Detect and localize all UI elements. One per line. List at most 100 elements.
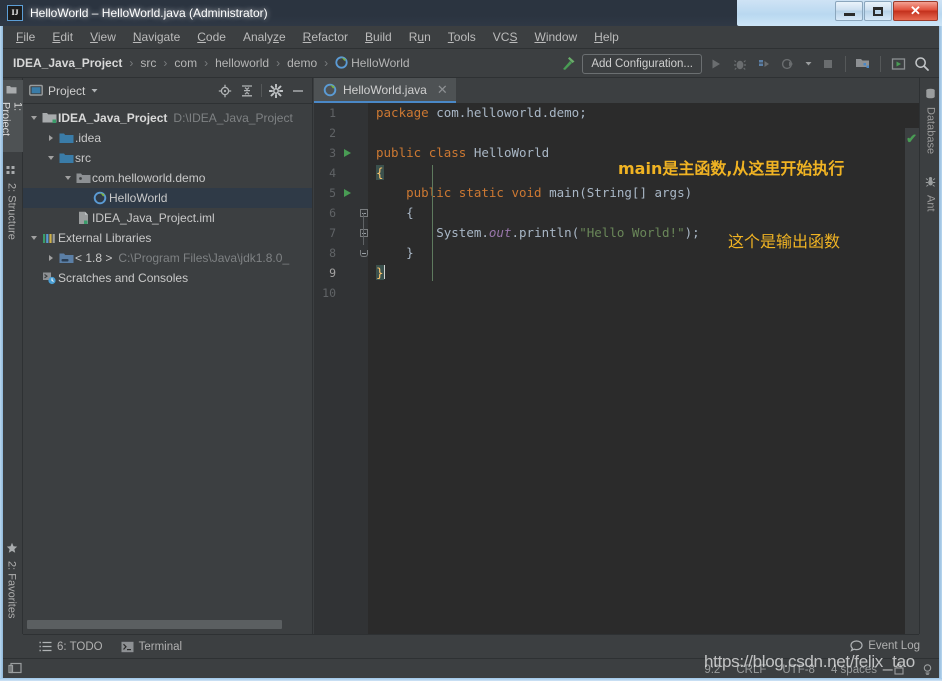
project-panel-title[interactable]: Project bbox=[29, 84, 99, 98]
code-editor[interactable]: 1 2 3 4 5 6 7 8 9 10 package com.hellowo… bbox=[314, 103, 919, 634]
profile-button[interactable] bbox=[778, 54, 798, 74]
breadcrumb-item-com[interactable]: com bbox=[171, 55, 200, 71]
code-line-6: { bbox=[406, 205, 414, 220]
build-hammer-icon bbox=[562, 57, 575, 70]
scrollbar-thumb[interactable] bbox=[27, 620, 282, 629]
panel-settings-button[interactable] bbox=[268, 83, 284, 99]
bottom-item-terminal[interactable]: Terminal bbox=[121, 641, 182, 653]
run-options-dropdown[interactable] bbox=[802, 54, 814, 74]
editor-gutter[interactable]: 1 2 3 4 5 6 7 8 9 10 bbox=[314, 103, 368, 634]
sidebar-item-favorites[interactable]: 2: Favorites bbox=[0, 536, 23, 624]
expand-arrow-icon[interactable] bbox=[27, 236, 40, 240]
collapse-all-button[interactable] bbox=[239, 83, 255, 99]
menu-window[interactable]: Window bbox=[526, 27, 585, 47]
tree-node-jdk[interactable]: < 1.8 > C:\Program Files\Java\jdk1.8.0_ bbox=[23, 248, 312, 268]
stop-button[interactable] bbox=[818, 54, 838, 74]
code-text[interactable]: package com.helloworld.demo; public clas… bbox=[368, 103, 919, 634]
search-everywhere-button[interactable] bbox=[912, 54, 932, 74]
update-project-button[interactable] bbox=[888, 54, 908, 74]
breadcrumb-item-src[interactable]: src bbox=[137, 55, 159, 71]
collapse-all-icon bbox=[242, 84, 252, 96]
menu-view[interactable]: View bbox=[82, 27, 124, 47]
bottom-item-todo[interactable]: 6: TODO bbox=[39, 641, 103, 653]
minimize-button[interactable] bbox=[835, 1, 863, 21]
window-controls[interactable]: ✕ bbox=[835, 1, 938, 21]
menu-tools[interactable]: Tools bbox=[440, 27, 484, 47]
line-number: 10 bbox=[322, 286, 336, 300]
breadcrumb-class-label: HelloWorld bbox=[351, 56, 410, 70]
tree-node-package[interactable]: com.helloworld.demo bbox=[23, 168, 312, 188]
tab-helloworld-java[interactable]: HelloWorld.java ✕ bbox=[314, 78, 456, 103]
project-tree-hscrollbar[interactable] bbox=[27, 620, 308, 629]
breadcrumb-separator: › bbox=[129, 56, 134, 70]
run-class-gutter-icon[interactable] bbox=[344, 143, 356, 163]
editor-marker-gutter[interactable]: ✔ bbox=[905, 128, 919, 634]
menu-run[interactable]: Run bbox=[401, 27, 439, 47]
expand-arrow-icon[interactable] bbox=[44, 135, 57, 141]
sidebar-item-database-label: Database bbox=[924, 106, 937, 155]
event-log-button[interactable]: Event Log bbox=[850, 640, 920, 652]
project-icon bbox=[6, 84, 17, 98]
scratches-icon bbox=[40, 271, 58, 285]
menu-code[interactable]: Code bbox=[189, 27, 234, 47]
update-icon bbox=[891, 57, 905, 70]
toggle-toolwindows-button[interactable] bbox=[8, 661, 23, 680]
expand-arrow-icon[interactable] bbox=[61, 176, 74, 180]
close-button[interactable]: ✕ bbox=[893, 1, 938, 21]
close-icon[interactable]: ✕ bbox=[437, 82, 448, 98]
project-tree[interactable]: IDEA_Java_Project D:\IDEA_Java_Project .… bbox=[23, 105, 312, 612]
tree-node-idea-folder[interactable]: .idea bbox=[23, 128, 312, 148]
tree-node-label: < 1.8 > bbox=[75, 251, 113, 265]
sidebar-item-project[interactable]: 1: Project bbox=[0, 80, 24, 152]
tree-node-iml-file[interactable]: IDEA_Java_Project.iml bbox=[23, 208, 312, 228]
toolbar-separator bbox=[845, 55, 846, 72]
breadcrumb-item-project[interactable]: IDEA_Java_Project bbox=[10, 55, 125, 71]
run-button[interactable] bbox=[706, 54, 726, 74]
tree-node-label: IDEA_Java_Project bbox=[58, 111, 168, 125]
chevron-down-icon bbox=[805, 62, 811, 66]
inspection-level-button[interactable] bbox=[921, 663, 934, 678]
run-with-coverage-icon bbox=[759, 59, 769, 67]
project-panel-header: Project bbox=[23, 78, 312, 104]
code-line-9: } bbox=[376, 265, 385, 280]
tree-node-external-libraries[interactable]: External Libraries bbox=[23, 228, 312, 248]
structure-icon bbox=[6, 165, 17, 179]
maximize-button[interactable] bbox=[864, 1, 892, 21]
sidebar-item-structure-label: 2: Structure bbox=[5, 182, 18, 240]
locate-file-button[interactable] bbox=[217, 83, 233, 99]
code-line-5: public static void main(String[] args) bbox=[406, 185, 693, 200]
menu-refactor[interactable]: Refactor bbox=[295, 27, 356, 47]
menu-build[interactable]: Build bbox=[357, 27, 400, 47]
run-method-gutter-icon[interactable] bbox=[344, 183, 356, 203]
expand-arrow-icon[interactable] bbox=[44, 255, 57, 261]
run-configuration-selector[interactable]: Add Configuration... bbox=[582, 53, 702, 74]
sidebar-item-favorites-label: 2: Favorites bbox=[5, 560, 18, 619]
inspection-ok-icon[interactable]: ✔ bbox=[906, 131, 917, 147]
expand-arrow-icon[interactable] bbox=[44, 156, 57, 160]
project-structure-button[interactable] bbox=[853, 54, 873, 74]
tree-node-idea-java-project[interactable]: IDEA_Java_Project D:\IDEA_Java_Project bbox=[23, 108, 312, 128]
menu-edit[interactable]: Edit bbox=[44, 27, 81, 47]
hide-panel-button[interactable] bbox=[290, 83, 306, 99]
debug-button[interactable] bbox=[730, 54, 750, 74]
run-configuration-label: Add Configuration... bbox=[591, 57, 693, 70]
menu-vcs[interactable]: VCS bbox=[485, 27, 526, 47]
breadcrumb-item-helloworld[interactable]: helloworld bbox=[212, 55, 272, 71]
build-button[interactable] bbox=[558, 54, 578, 74]
tree-node-helloworld-class[interactable]: HelloWorld bbox=[23, 188, 312, 208]
tree-node-label: .idea bbox=[75, 131, 102, 145]
line-number: 2 bbox=[329, 126, 336, 140]
menu-analyze[interactable]: Analyze bbox=[235, 27, 294, 47]
breadcrumb-item-class[interactable]: HelloWorld bbox=[332, 55, 412, 71]
menu-navigate[interactable]: Navigate bbox=[125, 27, 188, 47]
run-with-coverage-button[interactable] bbox=[754, 54, 774, 74]
breadcrumb-item-demo[interactable]: demo bbox=[284, 55, 320, 71]
libraries-icon bbox=[40, 232, 58, 245]
menu-help[interactable]: Help bbox=[586, 27, 627, 47]
tree-node-scratches-consoles[interactable]: Scratches and Consoles bbox=[23, 268, 312, 288]
menu-file[interactable]: File bbox=[8, 27, 43, 47]
todo-list-icon bbox=[39, 641, 52, 651]
tree-node-src[interactable]: src bbox=[23, 148, 312, 168]
sidebar-item-structure[interactable]: 2: Structure bbox=[0, 158, 23, 246]
expand-arrow-icon[interactable] bbox=[27, 116, 40, 120]
